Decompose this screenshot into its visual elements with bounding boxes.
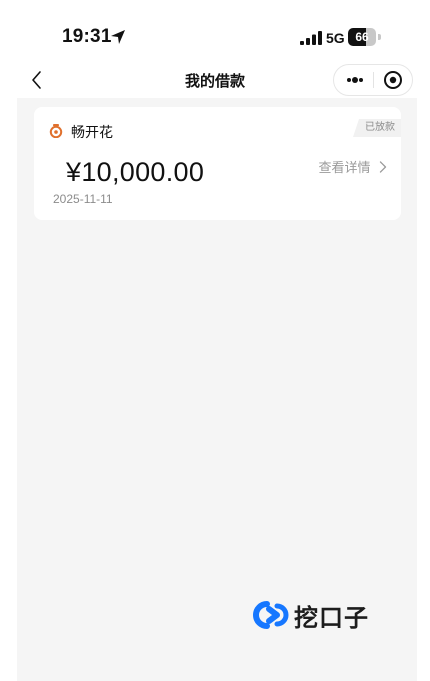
loan-date: 2025-11-11 — [53, 192, 113, 206]
product-logo-icon — [49, 124, 63, 138]
loan-card[interactable]: 畅开花 已放款 ¥10,000.00 2025-11-11 查看详情 — [34, 107, 401, 220]
view-details-label: 查看详情 — [318, 160, 371, 175]
chevron-right-icon — [379, 160, 387, 173]
location-arrow-icon — [111, 30, 125, 44]
status-badge: 已放款 — [353, 119, 401, 137]
watermark-logo-icon — [253, 601, 289, 629]
loan-amount: ¥10,000.00 — [66, 157, 205, 187]
more-icon[interactable] — [340, 65, 370, 95]
watermark-text: 挖口子 — [294, 605, 369, 632]
network-label: 5G — [326, 30, 345, 46]
close-mini-program-icon[interactable] — [377, 65, 409, 95]
mini-program-capsule — [333, 64, 413, 96]
battery-level: 66 — [355, 30, 369, 44]
status-time: 19:31 — [62, 26, 112, 47]
view-details-link[interactable]: 查看详情 — [319, 157, 387, 175]
battery-icon: 66 — [348, 28, 382, 46]
signal-icon — [300, 31, 322, 45]
nav-bar: 我的借款 — [0, 60, 430, 100]
product-name: 畅开花 — [71, 124, 113, 140]
capsule-divider — [373, 72, 374, 88]
